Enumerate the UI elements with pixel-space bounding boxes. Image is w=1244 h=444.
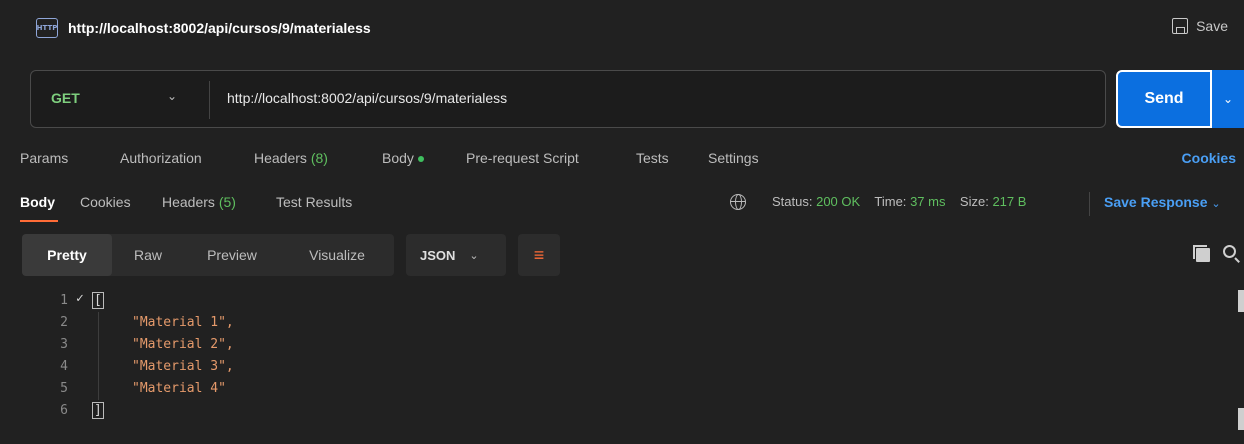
method-select[interactable]: GET — [51, 90, 80, 106]
tab-body-label: Body — [382, 150, 414, 166]
http-request-icon: HTTP — [36, 18, 58, 38]
search-icon[interactable] — [1223, 245, 1236, 258]
response-tab-headers[interactable]: Headers (5) — [162, 194, 236, 210]
active-tab-underline — [20, 220, 58, 222]
line-number: 6 — [60, 403, 68, 418]
send-button[interactable]: Send — [1116, 70, 1212, 128]
save-icon — [1172, 18, 1189, 34]
copy-icon[interactable] — [1193, 245, 1210, 262]
code-line: 6 ] — [0, 400, 1230, 422]
globe-icon[interactable] — [730, 194, 746, 210]
body-indicator-dot — [417, 156, 424, 163]
tab-tests[interactable]: Tests — [636, 150, 669, 166]
bracket-highlight: [ — [92, 292, 104, 309]
view-preview-button[interactable]: Preview — [184, 234, 280, 276]
code-line: 1 ✓ [ — [0, 290, 1230, 312]
request-tabs: Params Authorization Headers (8) Body Pr… — [0, 146, 1244, 172]
code-line: 5 "Material 4" — [0, 378, 1230, 400]
chevron-down-icon[interactable]: ⌄ — [167, 89, 177, 103]
format-select[interactable]: JSON ⌄ — [406, 234, 506, 276]
view-mode-group: Pretty Raw Preview Visualize — [22, 234, 394, 276]
headers-count: (8) — [310, 150, 328, 166]
cookies-link[interactable]: Cookies — [1182, 150, 1236, 166]
view-visualize-button[interactable]: Visualize — [284, 234, 390, 276]
code-line: 2 "Material 1", — [0, 312, 1230, 334]
chevron-down-icon: ⌄ — [1211, 198, 1221, 210]
request-titlebar: HTTP http://localhost:8002/api/cursos/9/… — [0, 8, 1244, 52]
size-label: Size: — [959, 194, 989, 209]
open-bracket: [ — [92, 292, 104, 309]
json-string: "Material 4" — [132, 381, 226, 396]
tab-params[interactable]: Params — [20, 150, 68, 166]
scroll-marker — [1238, 290, 1244, 312]
line-number: 4 — [60, 359, 68, 374]
json-string: "Material 1", — [132, 315, 234, 330]
scroll-marker — [1238, 408, 1244, 430]
tab-authorization[interactable]: Authorization — [120, 150, 202, 166]
response-status-info: Status: 200 OK Time: 37 ms Size: 217 B — [772, 194, 1026, 209]
time-value[interactable]: 37 ms — [910, 194, 945, 209]
response-headers-count: (5) — [218, 194, 236, 210]
json-string: "Material 3", — [132, 359, 234, 374]
status-divider — [1089, 192, 1090, 216]
time-label: Time: — [874, 194, 907, 209]
tab-settings[interactable]: Settings — [708, 150, 759, 166]
code-line: 3 "Material 2", — [0, 334, 1230, 356]
send-options-chevron-icon[interactable]: ⌄ — [1212, 70, 1244, 128]
tab-pre-request-script[interactable]: Pre-request Script — [466, 150, 579, 166]
scrollbar[interactable] — [1236, 290, 1244, 444]
line-number: 1 — [60, 293, 68, 308]
view-pretty-button[interactable]: Pretty — [22, 234, 112, 276]
fold-chevron-icon[interactable]: ✓ — [76, 291, 84, 306]
request-title[interactable]: http://localhost:8002/api/cursos/9/mater… — [68, 20, 371, 36]
line-number: 2 — [60, 315, 68, 330]
line-number: 5 — [60, 381, 68, 396]
json-string: "Material 2", — [132, 337, 234, 352]
status-label: Status: — [772, 194, 813, 209]
url-divider — [209, 81, 210, 119]
save-response-label: Save Response — [1104, 194, 1208, 210]
view-raw-button[interactable]: Raw — [114, 234, 182, 276]
response-tab-test-results[interactable]: Test Results — [276, 194, 352, 210]
close-bracket: ] — [92, 402, 104, 419]
tab-body[interactable]: Body — [382, 150, 424, 166]
url-bar: GET ⌄ — [30, 70, 1106, 128]
url-input[interactable] — [227, 90, 1067, 106]
line-number: 3 — [60, 337, 68, 352]
response-body-code[interactable]: 1 ✓ [ 2 "Material 1", 3 "Material 2", 4 … — [0, 290, 1244, 444]
response-tabs: Body Cookies Headers (5) Test Results St… — [0, 186, 1244, 222]
format-value: JSON — [420, 247, 456, 263]
response-tab-headers-label: Headers — [162, 194, 215, 210]
chevron-down-icon: ⌄ — [469, 249, 479, 262]
save-response-button[interactable]: Save Response ⌄ — [1104, 194, 1221, 210]
wrap-lines-icon[interactable]: ≡ — [518, 234, 560, 276]
save-button[interactable]: Save — [1172, 18, 1228, 34]
code-line: 4 "Material 3", — [0, 356, 1230, 378]
tab-headers[interactable]: Headers (8) — [254, 150, 328, 166]
response-tab-body[interactable]: Body — [20, 194, 55, 210]
response-tab-cookies[interactable]: Cookies — [80, 194, 131, 210]
tab-headers-label: Headers — [254, 150, 307, 166]
size-value[interactable]: 217 B — [992, 194, 1026, 209]
bracket-highlight: ] — [92, 402, 104, 419]
response-view-bar: Pretty Raw Preview Visualize JSON ⌄ ≡ — [0, 234, 1244, 278]
save-label: Save — [1196, 18, 1228, 34]
status-value[interactable]: 200 OK — [816, 194, 860, 209]
